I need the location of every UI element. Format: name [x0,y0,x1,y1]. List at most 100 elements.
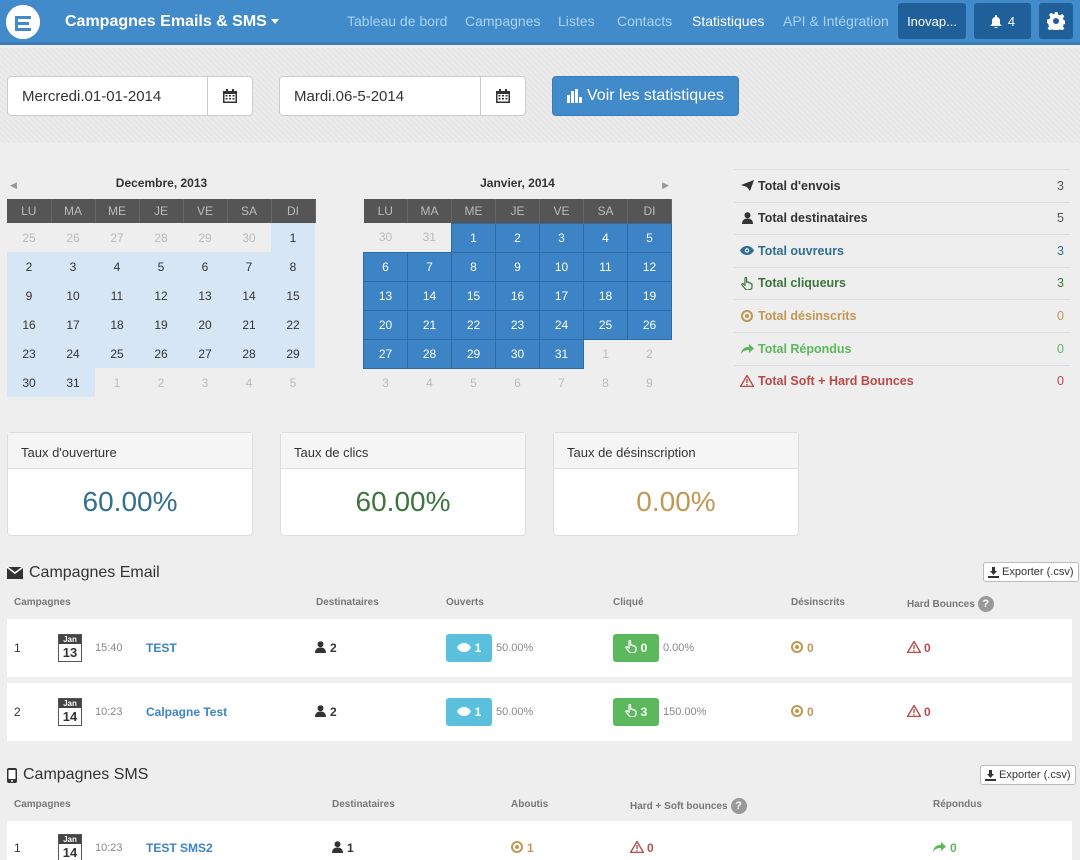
settings-button[interactable] [1039,3,1073,39]
calendar-day[interactable]: 28 [407,338,452,369]
calendar-day[interactable]: 4 [408,368,452,397]
calendar-day[interactable]: 19 [627,280,672,311]
calendar-day[interactable]: 25 [7,223,51,252]
calendar-day[interactable]: 2 [139,368,183,397]
calendar-day[interactable]: 1 [451,222,496,253]
calendar-day[interactable]: 28 [227,339,271,368]
view-statistics-button[interactable]: Voir les statistiques [552,76,739,116]
calendar-day[interactable]: 25 [95,339,139,368]
clicked-count-button[interactable]: 0 [613,634,659,662]
calendar-day[interactable]: 2 [628,339,672,368]
calendar-day[interactable]: 6 [183,252,227,281]
calendar-day[interactable]: 27 [183,339,227,368]
help-icon[interactable]: ? [730,798,747,814]
calendar-day[interactable]: 5 [271,368,315,397]
calendar-day[interactable]: 16 [7,310,51,339]
calendar-day[interactable]: 22 [451,309,496,340]
nav-link-contacts[interactable]: Contacts [617,13,672,29]
calendar-day[interactable]: 7 [540,368,584,397]
app-title-dropdown[interactable]: Campagnes Emails & SMS [65,13,279,31]
calendar-day[interactable]: 19 [139,310,183,339]
calendar-day[interactable]: 26 [51,223,95,252]
calendar-day[interactable]: 28 [139,223,183,252]
calendar-day[interactable]: 8 [271,252,315,281]
calendar-day[interactable]: 9 [495,251,540,282]
calendar-day[interactable]: 29 [451,338,496,369]
campaign-name-link[interactable]: TEST [146,619,177,677]
calendar-day[interactable]: 27 [363,338,408,369]
export-sms-csv-button[interactable]: Exporter (.csv) [980,765,1076,785]
logo-icon[interactable] [6,5,40,39]
opened-count-button[interactable]: 1 [446,698,492,726]
calendar-day[interactable]: 1 [584,339,628,368]
calendar-day[interactable]: 1 [271,223,315,252]
calendar-day[interactable]: 1 [95,368,139,397]
calendar-day[interactable]: 31 [408,223,452,252]
calendar-day[interactable]: 7 [227,252,271,281]
calendar-day[interactable]: 3 [539,222,584,253]
nav-link-dashboard[interactable]: Tableau de bord [347,13,447,29]
calendar-day[interactable]: 4 [583,222,628,253]
campaign-name-link[interactable]: Calpagne Test [146,683,227,741]
calendar-day[interactable]: 30 [7,368,51,397]
nav-link-statistics[interactable]: Statistiques [692,13,764,29]
start-date-field[interactable]: Mercredi.01-01-2014 [7,76,253,116]
calendar-day[interactable]: 24 [539,309,584,340]
end-date-field[interactable]: Mardi.06-5-2014 [279,76,526,116]
calendar-day[interactable]: 31 [51,368,95,397]
calendar-day[interactable]: 6 [496,368,540,397]
calendar-day[interactable]: 26 [139,339,183,368]
clicked-count-button[interactable]: 3 [613,698,659,726]
calendar-day[interactable]: 27 [95,223,139,252]
calendar-day[interactable]: 8 [451,251,496,282]
calendar-day[interactable]: 17 [539,280,584,311]
opened-count-button[interactable]: 1 [446,634,492,662]
next-month-icon[interactable]: ▶ [662,180,669,191]
calendar-day[interactable]: 17 [51,310,95,339]
calendar-day[interactable]: 14 [227,281,271,310]
end-date-value[interactable]: Mardi.06-5-2014 [280,77,480,115]
calendar-day[interactable]: 11 [95,281,139,310]
calendar-day[interactable]: 9 [7,281,51,310]
campaign-name-link[interactable]: TEST SMS2 [146,821,213,860]
calendar-day[interactable]: 20 [183,310,227,339]
calendar-day[interactable]: 18 [583,280,628,311]
calendar-day[interactable]: 12 [627,251,672,282]
calendar-day[interactable]: 26 [627,309,672,340]
calendar-day[interactable]: 3 [364,368,408,397]
calendar-icon[interactable] [207,77,252,115]
calendar-day[interactable]: 23 [495,309,540,340]
calendar-day[interactable]: 16 [495,280,540,311]
calendar-day[interactable]: 5 [627,222,672,253]
calendar-day[interactable]: 3 [183,368,227,397]
calendar-icon[interactable] [480,77,525,115]
start-date-value[interactable]: Mercredi.01-01-2014 [8,77,207,115]
calendar-day[interactable]: 4 [95,252,139,281]
calendar-day[interactable]: 13 [183,281,227,310]
calendar-day[interactable]: 9 [628,368,672,397]
calendar-day[interactable]: 30 [495,338,540,369]
export-email-csv-button[interactable]: Exporter (.csv) [983,562,1079,582]
calendar-day[interactable]: 5 [452,368,496,397]
calendar-day[interactable]: 20 [363,309,408,340]
calendar-day[interactable]: 5 [139,252,183,281]
calendar-day[interactable]: 3 [51,252,95,281]
calendar-day[interactable]: 11 [583,251,628,282]
nav-link-api[interactable]: API & Intégration [783,13,889,29]
calendar-day[interactable]: 25 [583,309,628,340]
calendar-day[interactable]: 24 [51,339,95,368]
calendar-day[interactable]: 8 [584,368,628,397]
calendar-day[interactable]: 12 [139,281,183,310]
calendar-day[interactable]: 15 [451,280,496,311]
nav-link-campaigns[interactable]: Campagnes [465,13,541,29]
calendar-day[interactable]: 14 [407,280,452,311]
calendar-day[interactable]: 2 [495,222,540,253]
calendar-day[interactable]: 29 [183,223,227,252]
help-icon[interactable]: ? [977,596,994,612]
calendar-day[interactable]: 10 [539,251,584,282]
account-button[interactable]: Inovap... [898,3,966,39]
calendar-day[interactable]: 22 [271,310,315,339]
calendar-day[interactable]: 30 [227,223,271,252]
calendar-day[interactable]: 29 [271,339,315,368]
calendar-day[interactable]: 21 [227,310,271,339]
